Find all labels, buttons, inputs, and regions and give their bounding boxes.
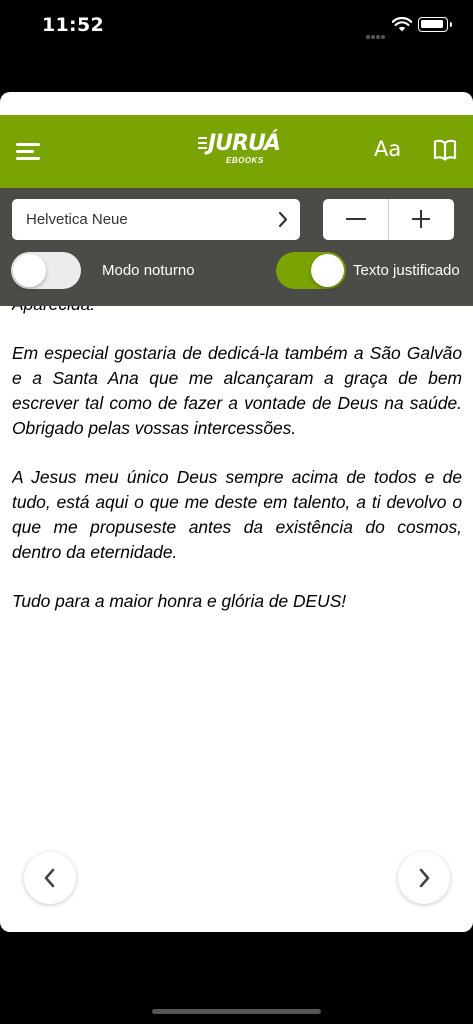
reading-content: Aparecida. Em especial gostaria de dedic… — [12, 306, 462, 846]
chevron-right-icon — [419, 868, 430, 888]
decrease-font-button[interactable] — [323, 199, 388, 240]
paragraph: Tudo para a maior honra e glória de DEUS… — [12, 591, 347, 611]
font-size-stepper — [323, 199, 454, 240]
font-family-value: Helvetica Neue — [26, 211, 128, 228]
reader-settings-panel: Helvetica Neue Modo noturno Texto justif… — [0, 188, 473, 306]
home-indicator — [152, 1009, 321, 1014]
paragraph: A Jesus meu único Deus sempre acima de t… — [12, 467, 462, 562]
previous-page-button[interactable] — [24, 852, 76, 904]
font-size-button[interactable]: Aa — [374, 137, 401, 161]
jurua-ebooks-logo: JURUÁ EBOOKS — [198, 127, 281, 171]
paragraph: Aparecida. — [12, 306, 462, 317]
justify-text-label: Texto justificado — [353, 262, 460, 279]
font-family-select[interactable]: Helvetica Neue — [12, 199, 300, 240]
next-page-button[interactable] — [398, 852, 450, 904]
justify-text-toggle[interactable] — [276, 252, 346, 289]
app-header: JURUÁ EBOOKS Aa — [0, 115, 473, 188]
wifi-icon — [392, 17, 412, 32]
chevron-right-icon — [278, 211, 288, 228]
minus-icon — [346, 218, 366, 220]
status-bar: 11:52 — [0, 0, 473, 56]
menu-icon[interactable] — [16, 143, 40, 161]
paragraph: Em especial gostaria de dedicá-la também… — [12, 343, 462, 438]
night-mode-toggle[interactable] — [11, 252, 81, 289]
logo-subtext: EBOOKS — [226, 156, 264, 165]
reader-sheet: JURUÁ EBOOKS Aa Helvetica Neue Modo notu… — [0, 92, 473, 932]
logo-text: JURUÁ — [208, 131, 281, 156]
logo-speed-lines — [198, 137, 207, 152]
status-time: 11:52 — [42, 14, 104, 36]
battery-icon — [418, 17, 452, 32]
signal-icon — [366, 26, 386, 39]
increase-font-button[interactable] — [389, 199, 454, 240]
night-mode-label: Modo noturno — [102, 262, 195, 279]
book-icon[interactable] — [433, 139, 457, 161]
chevron-left-icon — [44, 868, 55, 888]
